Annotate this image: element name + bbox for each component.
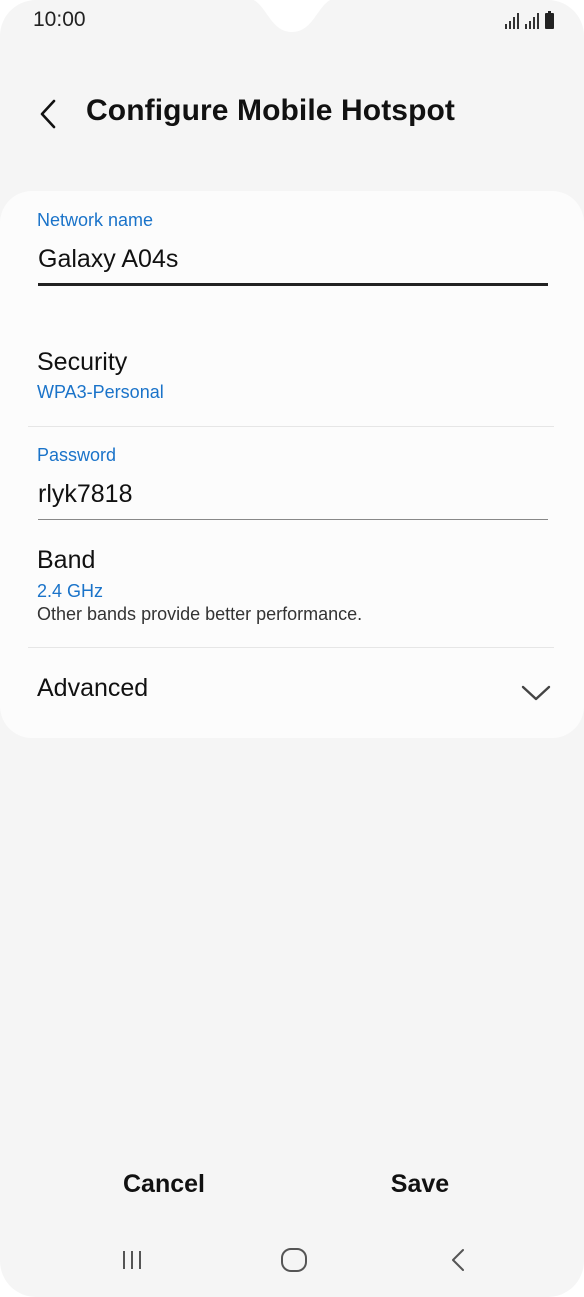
battery-icon: [545, 11, 554, 29]
hotspot-settings-card: Network name Galaxy A04s Security WPA3-P…: [0, 191, 584, 738]
app-header: Configure Mobile Hotspot: [0, 80, 584, 146]
network-name-underline: [38, 283, 548, 286]
band-hint: Other bands provide better performance.: [37, 604, 363, 624]
home-button[interactable]: [274, 1244, 314, 1276]
status-bar: 10:00: [0, 0, 584, 44]
network-name-label: Network name: [37, 210, 154, 230]
back-button[interactable]: [28, 94, 68, 134]
status-time: 10:00: [33, 8, 86, 31]
divider: [28, 647, 554, 648]
advanced-title: Advanced: [37, 674, 149, 702]
nav-back-button[interactable]: [438, 1244, 478, 1276]
password-label: Password: [37, 445, 117, 465]
signal-strength-icon: [505, 13, 519, 29]
divider: [28, 426, 554, 427]
security-value: WPA3-Personal: [37, 382, 164, 402]
status-icons: [505, 11, 554, 29]
camera-notch: [253, 0, 331, 32]
band-title: Band: [37, 546, 96, 574]
security-title: Security: [37, 348, 128, 376]
recents-icon: [123, 1251, 141, 1269]
save-button[interactable]: Save: [320, 1170, 520, 1199]
home-icon: [281, 1248, 307, 1272]
recents-button[interactable]: [112, 1244, 152, 1276]
network-name-input[interactable]: Galaxy A04s: [38, 245, 178, 274]
signal-strength-icon: [525, 13, 539, 29]
back-icon: [452, 1249, 464, 1271]
page-title: Configure Mobile Hotspot: [86, 94, 456, 127]
cancel-button[interactable]: Cancel: [64, 1170, 264, 1199]
password-input[interactable]: rlyk7818: [38, 480, 133, 509]
phone-screen: 10:00 Configure Mobile Hotspot Network n…: [0, 0, 584, 1297]
password-underline: [38, 519, 548, 520]
chevron-down-icon: [521, 685, 551, 701]
chevron-left-icon: [40, 99, 56, 129]
band-value: 2.4 GHz: [37, 581, 104, 601]
system-navigation-bar: [0, 1230, 584, 1290]
